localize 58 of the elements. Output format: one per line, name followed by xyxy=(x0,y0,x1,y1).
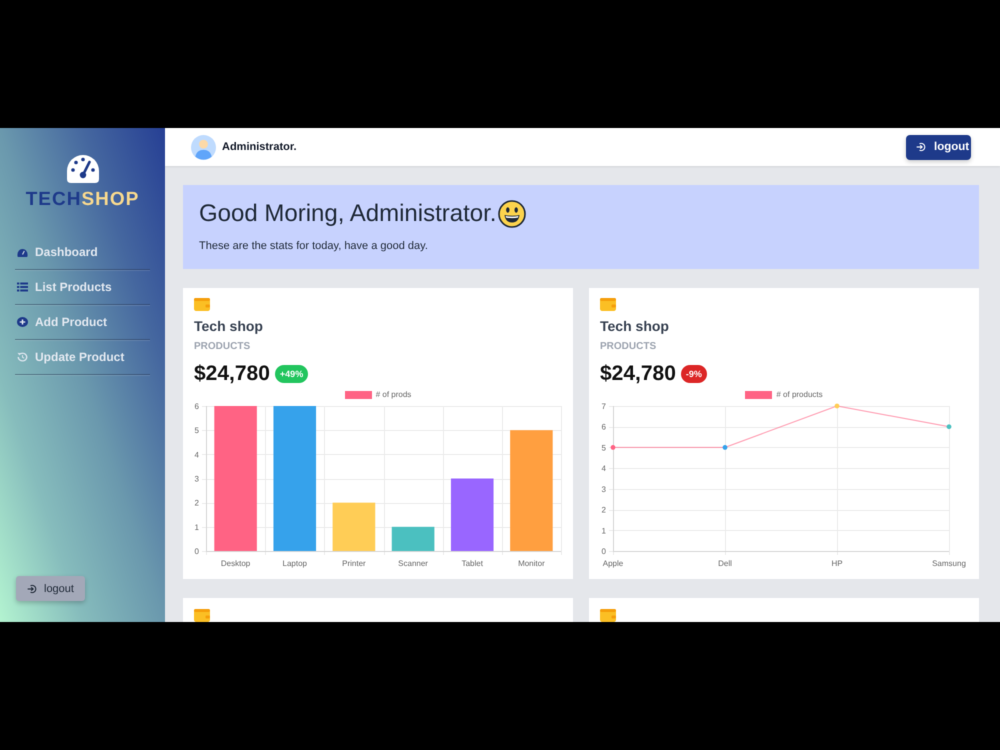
wallet-icon xyxy=(600,298,616,311)
change-badge: +49% xyxy=(274,365,308,383)
y-tick-label: 5 xyxy=(194,426,199,436)
avatar-icon xyxy=(191,134,216,160)
y-tick-label: 2 xyxy=(602,506,606,515)
x-tick-label: Samsung xyxy=(932,559,966,568)
x-tick-label: Desktop xyxy=(220,559,250,568)
y-tick-label: 2 xyxy=(194,498,199,508)
greeting-subtitle: These are the stats for today, have a good day. xyxy=(199,239,429,253)
amount-value: $24,780 xyxy=(600,362,676,386)
y-tick-label: 6 xyxy=(194,402,199,411)
y-tick-label: 6 xyxy=(602,422,606,432)
y-tick-label: 3 xyxy=(194,474,199,484)
gauge-icon xyxy=(17,247,28,257)
logo-text: TECHSHOP xyxy=(24,189,140,211)
legend-label: # of prods xyxy=(376,390,412,400)
smiley-icon xyxy=(498,200,526,228)
x-tick-label: Tablet xyxy=(462,559,483,568)
y-tick-label: 0 xyxy=(194,547,199,556)
y-tick-label: 3 xyxy=(602,484,606,494)
card-label: PRODUCTS xyxy=(194,340,252,354)
y-tick-label: 4 xyxy=(194,450,199,460)
logout-icon xyxy=(916,142,926,152)
user-name: Administrator. xyxy=(222,141,297,153)
x-tick-label: Monitor xyxy=(518,559,545,568)
x-tick-label: HP xyxy=(831,559,843,568)
y-tick-label: 5 xyxy=(602,443,606,452)
y-tick-label: 1 xyxy=(602,526,606,536)
history-icon xyxy=(17,352,28,362)
card-label: PRODUCTS xyxy=(600,340,658,354)
wallet-icon xyxy=(194,298,210,311)
list-icon xyxy=(17,282,28,292)
y-tick-label: 4 xyxy=(602,464,606,474)
x-tick-label: Dell xyxy=(718,559,732,568)
nav-item[interactable]: Update Product xyxy=(15,340,150,375)
logout-icon xyxy=(27,584,37,594)
y-tick-label: 0 xyxy=(602,547,606,556)
x-tick-label: Scanner xyxy=(398,559,428,568)
logout-button[interactable]: logout xyxy=(906,134,971,160)
logout-button[interactable]: logout xyxy=(16,576,85,601)
x-tick-label: Printer xyxy=(342,559,366,568)
y-tick-label: 1 xyxy=(194,522,199,532)
nav-item[interactable]: Add Product xyxy=(15,305,150,340)
wallet-icon xyxy=(600,609,616,622)
nav-item[interactable]: List Products xyxy=(15,270,150,305)
wallet-icon xyxy=(194,609,210,622)
legend-label: # of products xyxy=(776,390,823,400)
x-tick-label: Apple xyxy=(602,559,624,568)
change-badge: -9% xyxy=(680,365,707,383)
x-tick-label: Laptop xyxy=(282,559,307,568)
greeting-title: Good Moring, Administrator. xyxy=(199,199,496,229)
y-tick-label: 7 xyxy=(602,402,606,411)
plus-circle-icon xyxy=(17,317,28,327)
gauge-icon xyxy=(64,153,100,184)
card-title: Tech shop xyxy=(194,317,264,335)
card-title: Tech shop xyxy=(600,317,670,335)
nav-item[interactable]: Dashboard xyxy=(15,235,150,270)
amount-value: $24,780 xyxy=(194,362,270,386)
